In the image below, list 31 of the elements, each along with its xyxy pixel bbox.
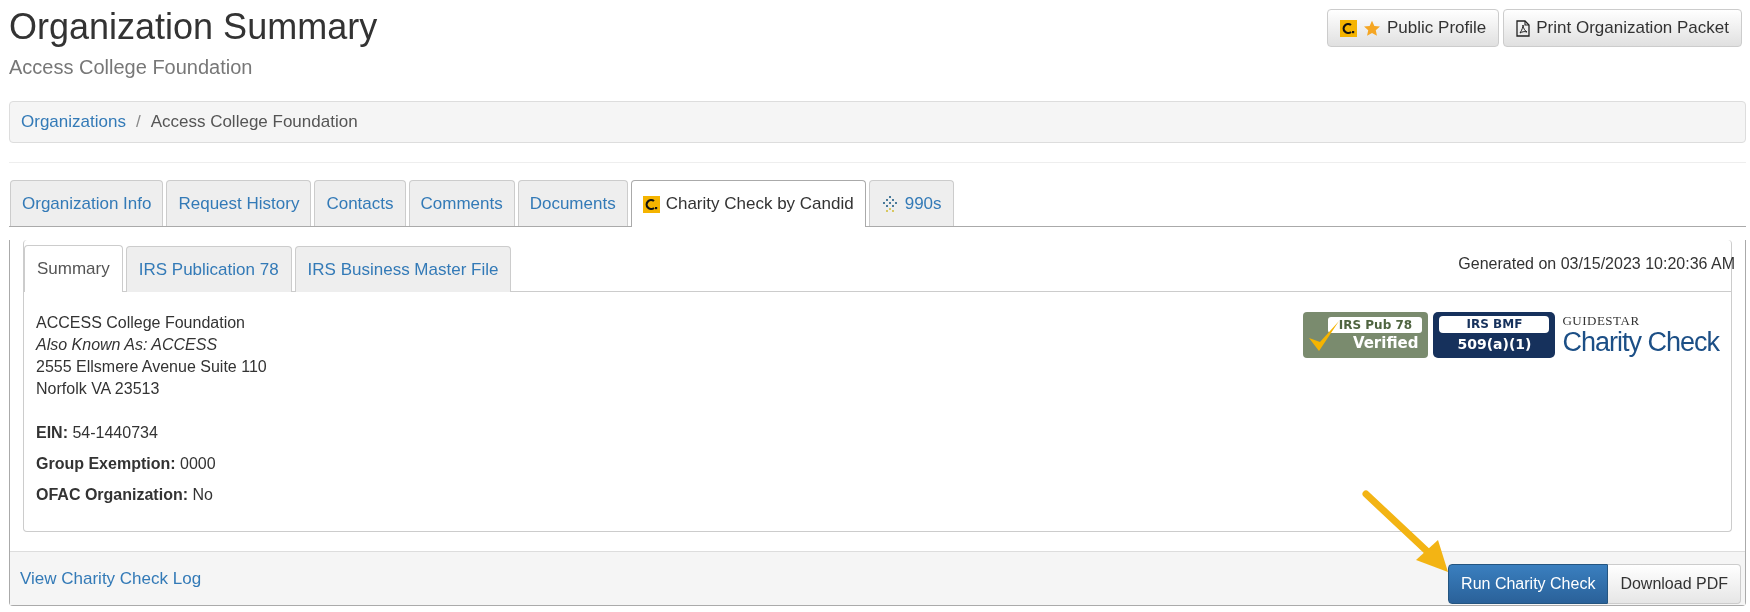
tab[interactable]: Request History (166, 180, 312, 226)
download-pdf-button[interactable]: Download PDF (1608, 564, 1741, 604)
subtab[interactable]: IRS Publication 78 (125, 246, 292, 292)
field-row-text: Group Exemption: 0000 (36, 454, 217, 474)
public-profile-button[interactable]: Public Profile (1327, 9, 1500, 47)
tab[interactable]: 990s (868, 180, 954, 226)
pub78-verified-badge: IRS Pub 78 Verified (1303, 312, 1429, 358)
subtab[interactable]: IRS Business Master File (294, 246, 512, 292)
tab[interactable]: Documents (517, 180, 628, 226)
irs-bmf-badge: IRS BMF 509(a)(1) (1433, 312, 1556, 358)
tab[interactable]: Organization Info (10, 180, 164, 226)
guidestar-logo: GUIDESTAR Charity Check (1562, 314, 1719, 356)
tab[interactable]: Charity Check by Candid (630, 180, 866, 227)
breadcrumb-current: Access College Foundation (150, 112, 358, 132)
field-row-text: EIN: 54-1440734 (36, 423, 159, 443)
breadcrumb-separator: / (135, 112, 141, 132)
charity-check-log-link[interactable]: View Charity Check Log (20, 568, 202, 589)
address-line: Norfolk VA 23513 (36, 379, 161, 399)
tab[interactable]: Contacts (314, 180, 406, 226)
generated-timestamp: Generated on 03/15/2023 10:20:36 AM (1458, 255, 1735, 273)
address-line: 2555 Ellsmere Avenue Suite 110 (36, 357, 267, 377)
also-known-as: Also Known As: ACCESS (36, 335, 219, 355)
subtab[interactable]: Summary (24, 245, 123, 292)
page-title: Organization Summary (9, 6, 378, 48)
tab[interactable]: Comments (408, 180, 515, 226)
run-charity-check-button[interactable]: Run Charity Check (1448, 564, 1609, 604)
page-subtitle: Access College Foundation (9, 56, 253, 79)
print-packet-button[interactable]: Print Organization Packet (1503, 9, 1742, 47)
breadcrumb-link[interactable]: Organizations (21, 112, 126, 132)
organization-name: ACCESS College Foundation (36, 313, 246, 333)
field-row-text: OFAC Organization: No (36, 485, 214, 505)
